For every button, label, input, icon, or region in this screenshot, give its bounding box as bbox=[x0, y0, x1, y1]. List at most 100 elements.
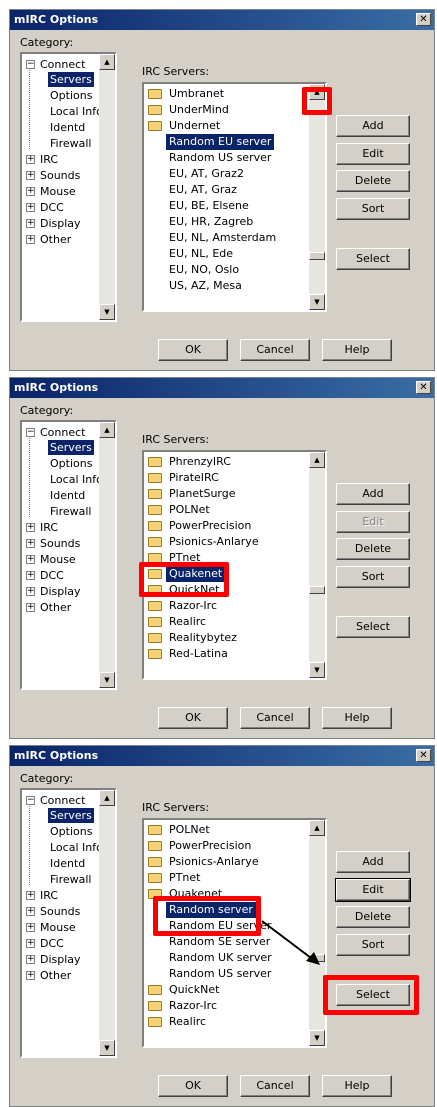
expand-icon[interactable]: + bbox=[26, 907, 35, 916]
tree-item-irc[interactable]: IRC bbox=[38, 152, 60, 167]
edit-button[interactable]: Edit bbox=[335, 878, 411, 902]
tree-item-other[interactable]: Other bbox=[38, 968, 73, 983]
category-tree[interactable]: − Connect Servers Options Local Info Iden… bbox=[20, 420, 117, 690]
tree-item-display[interactable]: Display bbox=[38, 216, 83, 231]
ok-button[interactable]: OK bbox=[158, 1075, 228, 1097]
expand-icon[interactable]: + bbox=[26, 187, 35, 196]
tree-item-other[interactable]: Other bbox=[38, 600, 73, 615]
cancel-button[interactable]: Cancel bbox=[240, 339, 310, 361]
tree-item-firewall[interactable]: Firewall bbox=[48, 872, 93, 887]
scroll-down-icon[interactable]: ▼ bbox=[99, 1040, 115, 1056]
add-button[interactable]: Add bbox=[336, 483, 410, 505]
expand-icon[interactable]: + bbox=[26, 587, 35, 596]
expand-icon[interactable]: + bbox=[26, 539, 35, 548]
expand-icon[interactable]: + bbox=[26, 891, 35, 900]
tree-item-irc[interactable]: IRC bbox=[38, 520, 60, 535]
category-tree[interactable]: − Connect Servers Options Local Info Iden… bbox=[20, 788, 117, 1058]
tree-item-sounds[interactable]: Sounds bbox=[38, 536, 82, 551]
sort-button[interactable]: Sort bbox=[336, 198, 410, 220]
tree-item-options[interactable]: Options bbox=[48, 456, 94, 471]
collapse-icon[interactable]: − bbox=[26, 60, 35, 69]
tree-item-servers[interactable]: Servers bbox=[47, 807, 95, 824]
tree-item-dcc[interactable]: DCC bbox=[38, 936, 66, 951]
expand-icon[interactable]: + bbox=[26, 155, 35, 164]
scroll-up-icon[interactable]: ▲ bbox=[99, 422, 115, 438]
scroll-up-icon[interactable]: ▲ bbox=[309, 820, 325, 836]
tree-item-connect[interactable]: Connect bbox=[38, 425, 87, 440]
tree-item-local-info[interactable]: Local Info bbox=[48, 104, 105, 119]
tree-item-options[interactable]: Options bbox=[48, 88, 94, 103]
scroll-down-icon[interactable]: ▼ bbox=[99, 672, 115, 688]
tree-item-display[interactable]: Display bbox=[38, 952, 83, 967]
delete-button[interactable]: Delete bbox=[336, 906, 410, 928]
tree-item-sounds[interactable]: Sounds bbox=[38, 904, 82, 919]
sort-button[interactable]: Sort bbox=[336, 566, 410, 588]
tree-item-dcc[interactable]: DCC bbox=[38, 200, 66, 215]
select-button[interactable]: Select bbox=[336, 616, 410, 638]
category-tree[interactable]: − Connect Servers Options Local Info Iden… bbox=[20, 52, 117, 322]
server-scrollbar[interactable]: ▲ ▼ bbox=[309, 452, 325, 678]
expand-icon[interactable]: + bbox=[26, 235, 35, 244]
add-button[interactable]: Add bbox=[336, 851, 410, 873]
scroll-thumb[interactable] bbox=[309, 252, 325, 260]
tree-item-firewall[interactable]: Firewall bbox=[48, 136, 93, 151]
server-list[interactable]: Umbranet UnderMind Undernet Random EU se… bbox=[142, 82, 327, 312]
collapse-icon[interactable]: − bbox=[26, 796, 35, 805]
tree-item-firewall[interactable]: Firewall bbox=[48, 504, 93, 519]
tree-item-irc[interactable]: IRC bbox=[38, 888, 60, 903]
tree-item-identd[interactable]: Identd bbox=[48, 120, 87, 135]
expand-icon[interactable]: + bbox=[26, 955, 35, 964]
tree-item-display[interactable]: Display bbox=[38, 584, 83, 599]
scroll-down-icon[interactable]: ▼ bbox=[309, 662, 325, 678]
edit-button[interactable]: Edit bbox=[336, 511, 410, 533]
close-button[interactable]: ✕ bbox=[416, 13, 431, 26]
delete-button[interactable]: Delete bbox=[336, 538, 410, 560]
help-button[interactable]: Help bbox=[322, 707, 392, 729]
edit-button[interactable]: Edit bbox=[336, 143, 410, 165]
tree-item-identd[interactable]: Identd bbox=[48, 856, 87, 871]
tree-item-mouse[interactable]: Mouse bbox=[38, 552, 78, 567]
expand-icon[interactable]: + bbox=[26, 523, 35, 532]
tree-scrollbar[interactable]: ▲ ▼ bbox=[99, 422, 115, 688]
ok-button[interactable]: OK bbox=[158, 339, 228, 361]
expand-icon[interactable]: + bbox=[26, 939, 35, 948]
help-button[interactable]: Help bbox=[322, 1075, 392, 1097]
server-scrollbar[interactable]: ▲ ▼ bbox=[309, 84, 325, 310]
cancel-button[interactable]: Cancel bbox=[240, 1075, 310, 1097]
expand-icon[interactable]: + bbox=[26, 603, 35, 612]
scroll-down-icon[interactable]: ▼ bbox=[309, 294, 325, 310]
tree-item-other[interactable]: Other bbox=[38, 232, 73, 247]
tree-scrollbar[interactable]: ▲ ▼ bbox=[99, 790, 115, 1056]
delete-button[interactable]: Delete bbox=[336, 170, 410, 192]
sort-button[interactable]: Sort bbox=[336, 934, 410, 956]
tree-item-servers[interactable]: Servers bbox=[47, 439, 95, 456]
tree-item-local-info[interactable]: Local Info bbox=[48, 472, 105, 487]
tree-item-connect[interactable]: Connect bbox=[38, 57, 87, 72]
close-button[interactable]: ✕ bbox=[416, 381, 431, 394]
expand-icon[interactable]: + bbox=[26, 171, 35, 180]
scroll-up-icon[interactable]: ▲ bbox=[99, 54, 115, 70]
scroll-down-icon[interactable]: ▼ bbox=[309, 1030, 325, 1046]
close-button[interactable]: ✕ bbox=[416, 749, 431, 762]
add-button[interactable]: Add bbox=[336, 115, 410, 137]
help-button[interactable]: Help bbox=[322, 339, 392, 361]
tree-item-servers[interactable]: Servers bbox=[47, 71, 95, 88]
tree-item-identd[interactable]: Identd bbox=[48, 488, 87, 503]
expand-icon[interactable]: + bbox=[26, 203, 35, 212]
tree-item-mouse[interactable]: Mouse bbox=[38, 920, 78, 935]
ok-button[interactable]: OK bbox=[158, 707, 228, 729]
tree-scrollbar[interactable]: ▲ ▼ bbox=[99, 54, 115, 320]
cancel-button[interactable]: Cancel bbox=[240, 707, 310, 729]
select-button[interactable]: Select bbox=[336, 248, 410, 270]
tree-item-options[interactable]: Options bbox=[48, 824, 94, 839]
tree-item-sounds[interactable]: Sounds bbox=[38, 168, 82, 183]
scroll-down-icon[interactable]: ▼ bbox=[99, 304, 115, 320]
scroll-thumb[interactable] bbox=[309, 586, 325, 594]
tree-item-mouse[interactable]: Mouse bbox=[38, 184, 78, 199]
tree-item-local-info[interactable]: Local Info bbox=[48, 840, 105, 855]
scroll-up-icon[interactable]: ▲ bbox=[99, 790, 115, 806]
expand-icon[interactable]: + bbox=[26, 971, 35, 980]
expand-icon[interactable]: + bbox=[26, 923, 35, 932]
collapse-icon[interactable]: − bbox=[26, 428, 35, 437]
tree-item-connect[interactable]: Connect bbox=[38, 793, 87, 808]
